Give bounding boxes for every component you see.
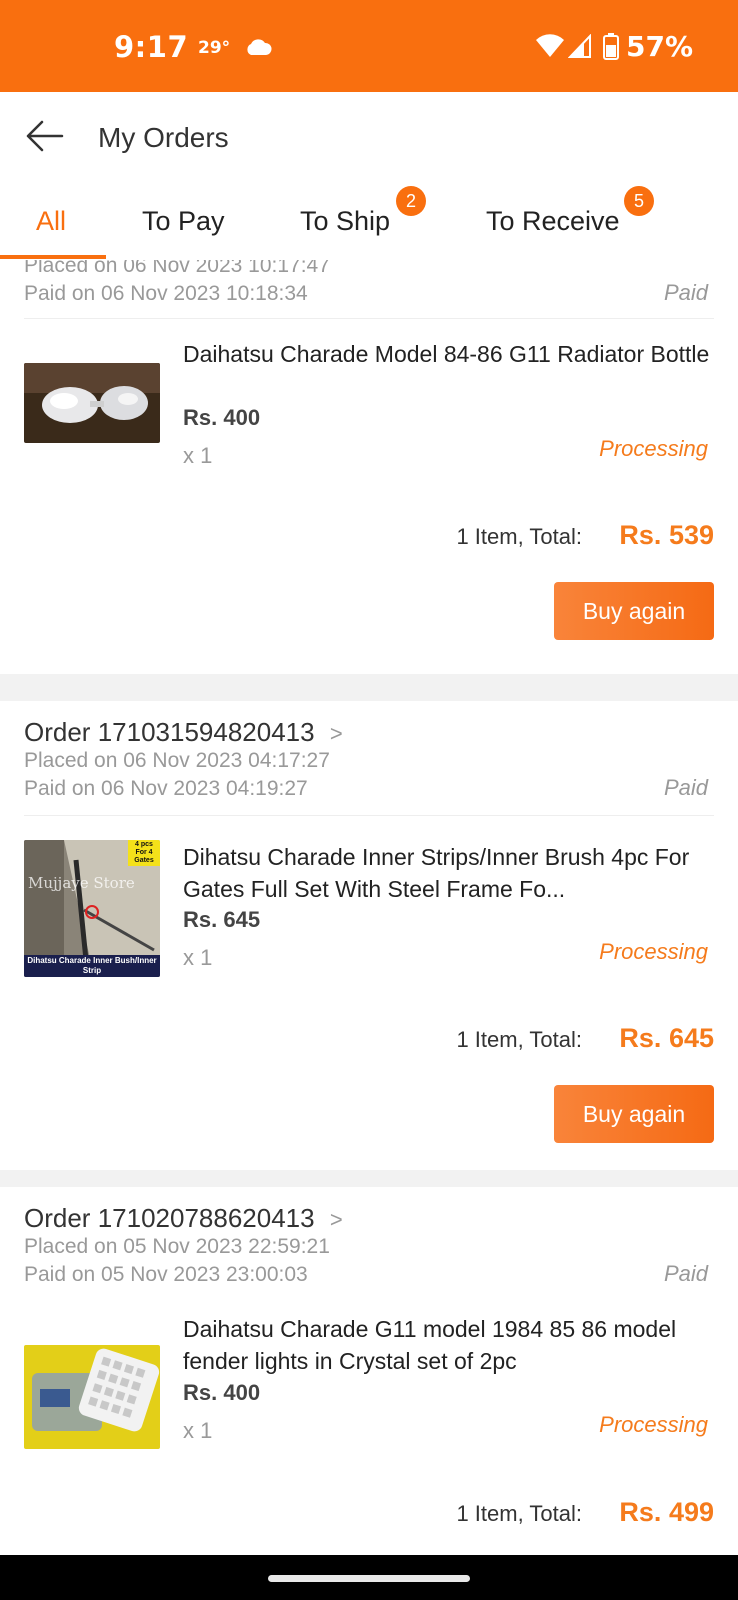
order-number[interactable]: Order 171031594820413 > <box>24 717 343 748</box>
to-receive-badge: 5 <box>624 186 654 216</box>
order-status: Processing <box>599 1412 708 1437</box>
buy-again-button[interactable]: Buy again <box>554 582 714 640</box>
buy-again-button[interactable]: Buy again <box>554 1085 714 1143</box>
chevron-right-icon: > <box>329 721 343 746</box>
order-total: Rs. 499 <box>619 1497 714 1527</box>
order-card: Order 171031594820413 > Placed on 06 Nov… <box>0 701 738 1170</box>
placed-date: Placed on 05 Nov 2023 22:59:21 <box>24 1235 330 1258</box>
product-price: Rs. 400 <box>183 405 261 430</box>
paid-date: Paid on 06 Nov 2023 10:18:34 <box>24 282 308 305</box>
total-label: 1 Item, Total: <box>456 1501 582 1526</box>
orders-list[interactable]: Placed on 06 Nov 2023 10:17:47 Paid on 0… <box>0 260 738 1555</box>
paid-date: Paid on 06 Nov 2023 04:19:27 <box>24 777 308 800</box>
paid-date: Paid on 05 Nov 2023 23:00:03 <box>24 1263 308 1286</box>
tab-all[interactable]: All <box>36 206 66 237</box>
back-arrow-icon[interactable] <box>24 118 64 154</box>
product-image-corner-text: 4 pcs For 4 Gates <box>134 841 154 864</box>
divider <box>24 318 714 319</box>
product-price: Rs. 400 <box>183 1380 261 1405</box>
product-quantity: x 1 <box>183 945 213 970</box>
system-navigation-bar <box>0 1555 738 1600</box>
product-quantity: x 1 <box>183 1418 213 1443</box>
order-status: Processing <box>599 436 708 461</box>
product-price: Rs. 645 <box>183 907 261 932</box>
product-image[interactable] <box>24 1345 160 1449</box>
wifi-icon <box>536 34 564 57</box>
product-quantity: x 1 <box>183 443 213 468</box>
placed-date: Placed on 06 Nov 2023 10:17:47 <box>24 260 330 277</box>
payment-status: Paid <box>663 1261 708 1286</box>
battery-percentage: 57% <box>626 30 694 63</box>
page-title: My Orders <box>98 122 229 153</box>
clock: 9:17 <box>114 30 189 64</box>
order-label: Order <box>24 717 91 747</box>
order-tabs: All To Pay To Ship 2 To Receive 5 <box>0 182 738 260</box>
product-image-store-text: Mujjaye Store <box>28 874 135 892</box>
order-total: Rs. 645 <box>619 1023 714 1053</box>
order-card: Order 171020788620413 > Placed on 05 Nov… <box>0 1187 738 1555</box>
product-image[interactable] <box>24 363 160 443</box>
order-label: Order <box>24 1203 91 1233</box>
payment-status: Paid <box>663 775 708 800</box>
cloud-icon <box>247 39 272 55</box>
to-ship-badge: 2 <box>396 186 426 216</box>
app-bar: My Orders <box>0 92 738 182</box>
order-total: Rs. 539 <box>619 520 714 550</box>
product-name-text: Dihatsu Charade Inner Strips/Inner Brush… <box>183 844 690 902</box>
order-number[interactable]: Order 171020788620413 > <box>24 1203 343 1234</box>
divider <box>24 815 714 816</box>
product-name[interactable]: Daihatsu Charade Model 84-86 G11 Radiato… <box>183 338 713 370</box>
tab-to-receive[interactable]: To Receive <box>486 206 620 237</box>
temperature: 29° <box>198 38 231 58</box>
product-image-caption: Dihatsu Charade Inner Bush/Inner Strip <box>24 955 160 977</box>
battery-icon <box>603 33 619 60</box>
total-label: 1 Item, Total: <box>456 524 582 549</box>
product-name[interactable]: Dihatsu Charade Inner Strips/Inner Brush… <box>183 841 713 905</box>
active-tab-indicator <box>0 255 106 259</box>
product-name[interactable]: Daihatsu Charade G11 model 1984 85 86 mo… <box>183 1313 713 1377</box>
signal-icon <box>568 34 591 58</box>
home-gesture-handle[interactable] <box>268 1575 470 1582</box>
order-id: 171020788620413 <box>97 1203 315 1233</box>
order-status: Processing <box>599 939 708 964</box>
tab-to-pay[interactable]: To Pay <box>142 206 225 237</box>
chevron-right-icon: > <box>329 1207 343 1232</box>
product-image[interactable]: 4 pcs For 4 Gates Mujjaye Store Dihatsu … <box>24 840 160 977</box>
payment-status: Paid <box>663 280 708 305</box>
total-label: 1 Item, Total: <box>456 1027 582 1052</box>
placed-date: Placed on 06 Nov 2023 04:17:27 <box>24 749 330 772</box>
tab-to-ship[interactable]: To Ship <box>300 206 390 237</box>
order-id: 171031594820413 <box>97 717 315 747</box>
status-bar: 9:17 29° 57% <box>0 0 738 92</box>
order-card: Placed on 06 Nov 2023 10:17:47 Paid on 0… <box>0 260 738 674</box>
